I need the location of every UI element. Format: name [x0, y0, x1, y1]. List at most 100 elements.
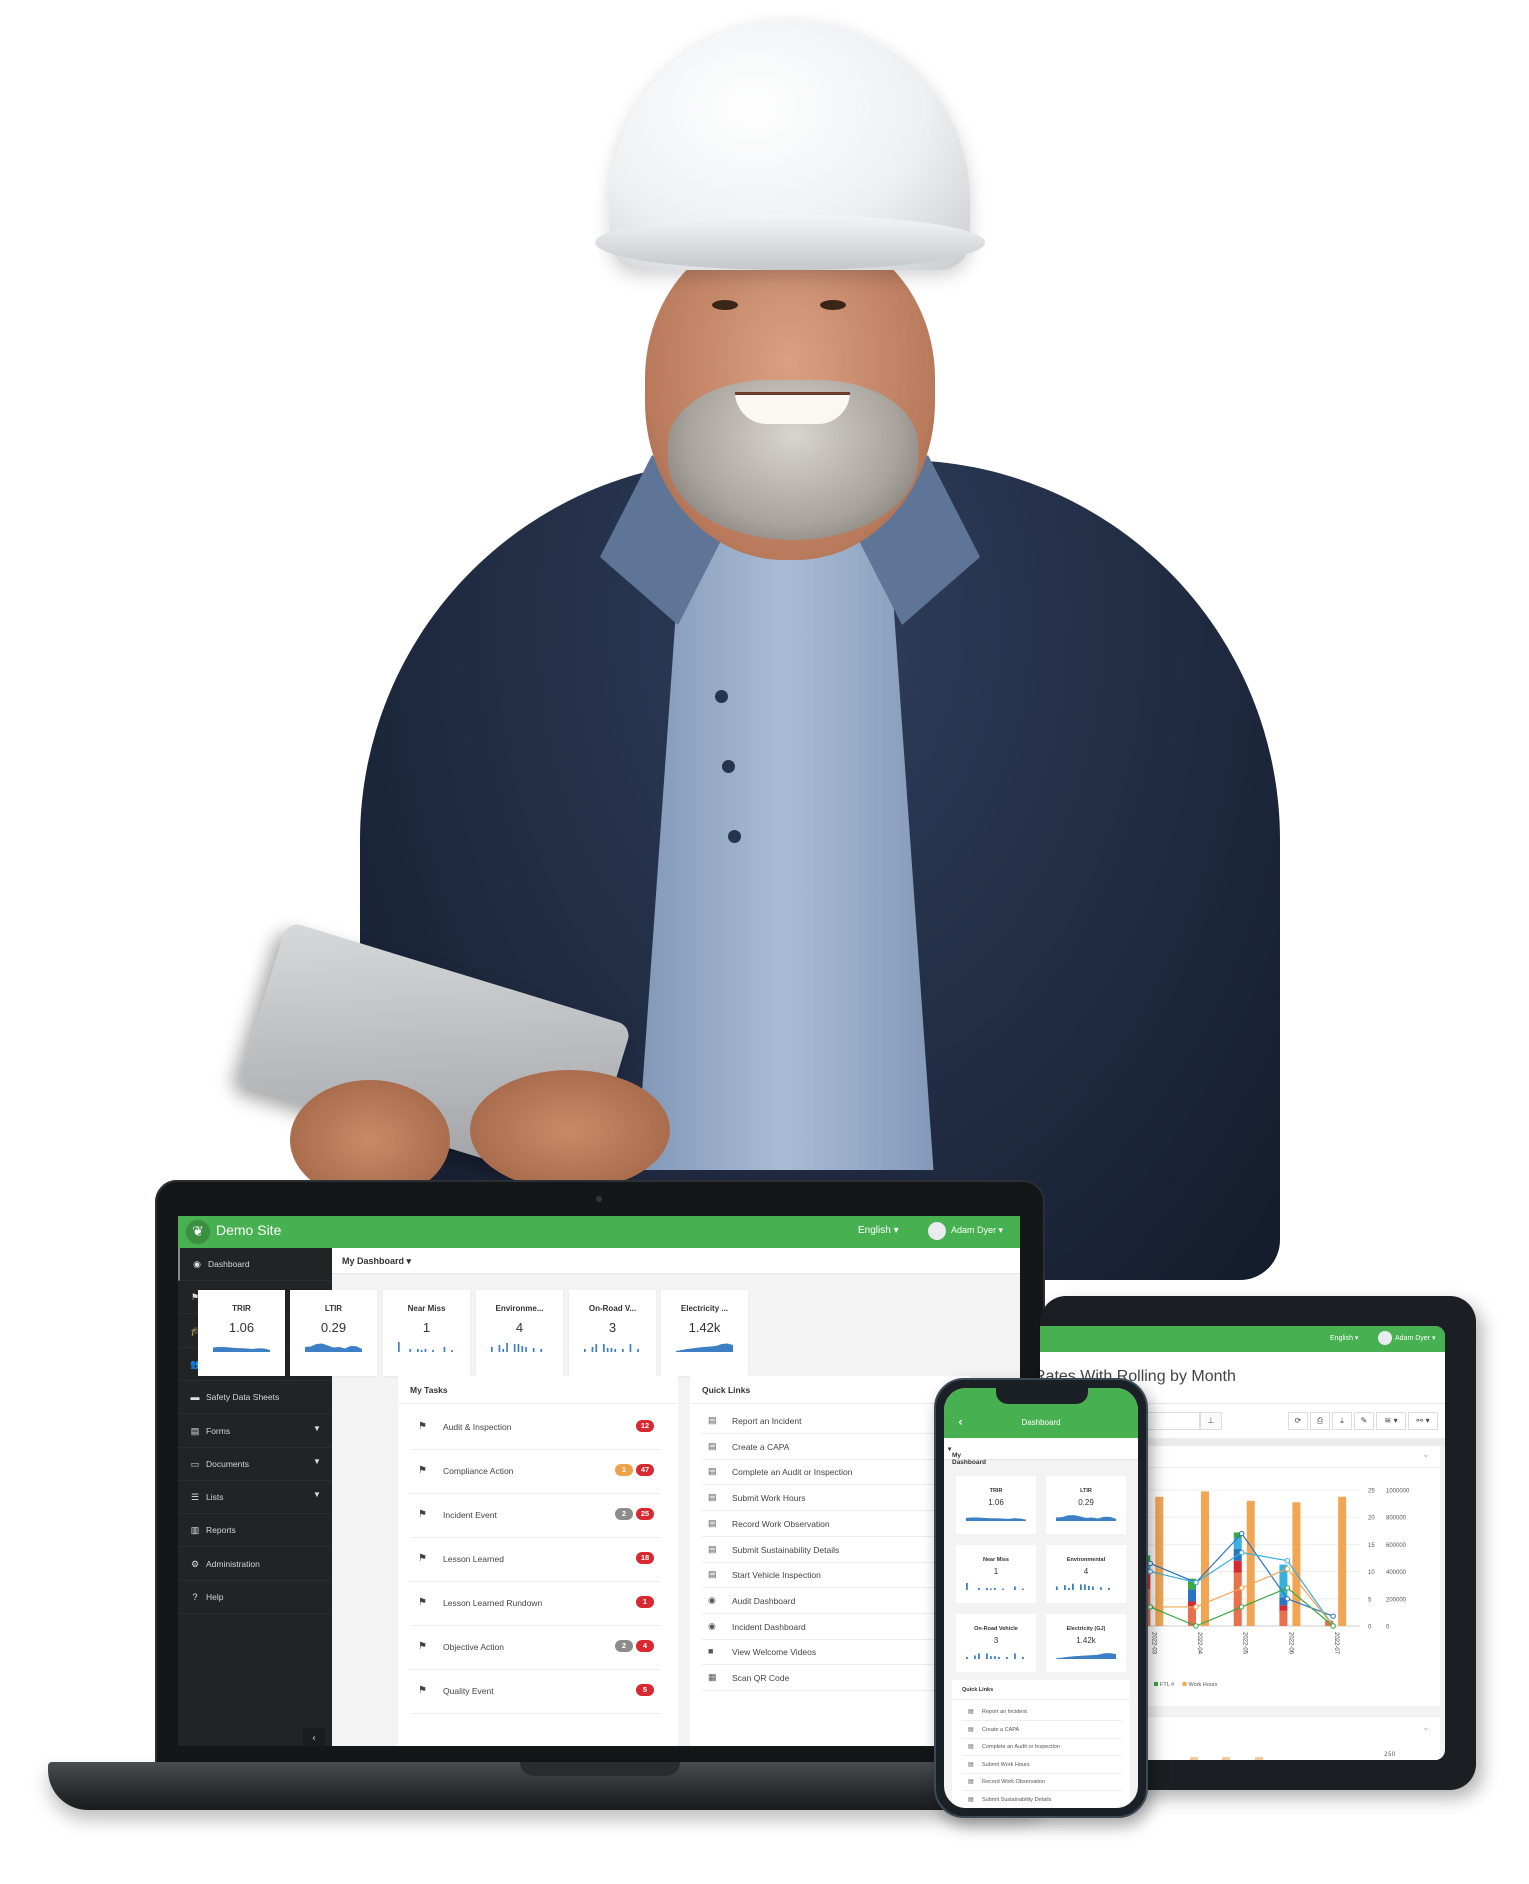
kpi-value: 0.29 [320, 1320, 347, 1335]
sparkline-bar [506, 1343, 508, 1352]
quick-link[interactable]: ▤ Complete an Audit or Inspection [962, 1739, 1122, 1756]
sparkline-bar [614, 1349, 617, 1352]
sidebar-collapse-button[interactable]: ‹ [303, 1728, 325, 1746]
quick-link[interactable]: ◉ Audit Dashboard [702, 1588, 942, 1614]
count-badge[interactable]: 18 [636, 1552, 654, 1564]
caret-down-icon: ▼ [313, 1456, 321, 1466]
bar-mtc [1233, 1560, 1242, 1573]
shirt-button [715, 690, 728, 703]
refresh-button[interactable]: ⟳ [1288, 1412, 1308, 1430]
kpi-card[interactable]: LTIR 0.29 [1046, 1476, 1126, 1534]
kpi-card[interactable]: Environmental 4 [1046, 1545, 1126, 1603]
sparkline-bar [1088, 1585, 1090, 1590]
kpi-card[interactable]: Electricity ... 1.42k [661, 1290, 748, 1376]
caret-down-icon: ▼ [313, 1423, 321, 1433]
kpi-card[interactable]: TRIR 1.06 [956, 1476, 1036, 1534]
count-badge[interactable]: 2 [615, 1508, 633, 1520]
count-badge[interactable]: 47 [636, 1464, 654, 1476]
hierarchy-button[interactable]: ⊥ [1200, 1412, 1222, 1430]
quick-link[interactable]: ▤ Create a CAPA [702, 1434, 942, 1460]
sparkline-bar [610, 1348, 613, 1352]
quick-link-label: Submit Work Hours [732, 1493, 806, 1504]
count-badge[interactable]: 4 [636, 1640, 654, 1652]
rss-dropdown[interactable]: ≋ ▾ [1376, 1412, 1406, 1430]
quick-link[interactable]: ▤ Submit Sustainability Details [962, 1792, 1122, 1808]
kpi-value: 3 [993, 1636, 999, 1645]
sparkline-bar [1068, 1587, 1070, 1590]
count-badge[interactable]: 1 [615, 1464, 633, 1476]
kpi-card[interactable]: Near Miss 1 [383, 1290, 470, 1376]
kpi-value: 4 [515, 1320, 524, 1335]
quick-link[interactable]: ▤ Complete an Audit or Inspection [702, 1459, 942, 1486]
y-right-tick-label: 400000 [1386, 1570, 1407, 1576]
count-badge[interactable]: 12 [636, 1420, 654, 1432]
task-row[interactable]: ⚑ Compliance Action 1 47 [410, 1450, 660, 1494]
sparkline-area [1056, 1653, 1116, 1659]
quick-link[interactable]: ▤ Record Work Observation [702, 1511, 942, 1537]
user-avatar[interactable] [1378, 1331, 1392, 1345]
sparkline-bars-mid [584, 1344, 639, 1352]
kpi-card[interactable]: On-Road Vehicle 3 [956, 1614, 1036, 1672]
quick-link[interactable]: ▤ Report an Incident [702, 1408, 942, 1434]
count-badge[interactable]: 1 [636, 1596, 654, 1608]
sidebar-item-forms[interactable]: ▤ Forms ▼ [178, 1415, 332, 1448]
collapse-chevron-icon[interactable]: ⌄ [1422, 1723, 1430, 1733]
sidebar-item-reports[interactable]: ▥ Reports [178, 1514, 332, 1548]
user-menu[interactable]: Adam Dyer ▾ [951, 1225, 1003, 1236]
collapse-chevron-icon[interactable]: ⌄ [1422, 1450, 1430, 1460]
language-dropdown[interactable]: English ▾ [1330, 1334, 1358, 1342]
task-row[interactable]: ⚑ Audit & Inspection 12 [410, 1406, 660, 1450]
user-avatar[interactable] [928, 1222, 946, 1240]
quick-link[interactable]: ▤ Submit Work Hours [702, 1485, 942, 1512]
quick-link[interactable]: ▤ Submit Work Hours [962, 1757, 1122, 1774]
sidebar-item-help[interactable]: ? Help [178, 1581, 332, 1614]
file-icon: ▤ [968, 1744, 974, 1750]
leaf-logo-icon[interactable]: ❦ [186, 1220, 210, 1244]
quick-link[interactable]: ▤ Create a CAPA [962, 1722, 1122, 1739]
task-row[interactable]: ⚑ Lesson Learned 18 [410, 1538, 660, 1582]
count-badge[interactable]: 5 [636, 1684, 654, 1696]
sparkline-area [676, 1343, 733, 1352]
task-row[interactable]: ⚑ Objective Action 2 4 [410, 1626, 660, 1670]
sidebar-item-administration[interactable]: ⚙ Administration [178, 1548, 332, 1581]
quick-link[interactable]: ▤ Report an Incident [962, 1704, 1122, 1721]
count-badge[interactable]: 25 [636, 1508, 654, 1520]
quick-link[interactable]: ◉ Incident Dashboard [702, 1614, 942, 1640]
quick-link[interactable]: ■ View Welcome Videos [702, 1639, 942, 1666]
my-dashboard-dropdown[interactable]: My Dashboard ▾ [948, 1445, 986, 1466]
sparkline-bar [517, 1344, 520, 1352]
quick-link[interactable]: ▤ Submit Sustainability Details [702, 1537, 942, 1563]
quick-link[interactable]: ▤ Start Vehicle Inspection [702, 1562, 942, 1589]
site-name[interactable]: Demo Site [216, 1222, 281, 1238]
quick-links-panel: Quick Links ▤ Report an Incident ▤ Create a… [952, 1680, 1130, 1808]
language-dropdown[interactable]: English ▾ [858, 1225, 899, 1236]
sidebar-item-dashboard[interactable]: ◉ Dashboard [178, 1248, 332, 1281]
kpi-card[interactable]: LTIR 0.29 [290, 1290, 377, 1376]
sidebar-item-safety-data-sheets[interactable]: ▬ Safety Data Sheets [178, 1381, 332, 1415]
task-row[interactable]: ⚑ Incident Event 2 25 [410, 1494, 660, 1538]
kpi-card[interactable]: Environme... 4 [476, 1290, 563, 1376]
my-dashboard-dropdown[interactable]: My Dashboard ▾ [342, 1256, 411, 1267]
kpi-card[interactable]: TRIR 1.06 [198, 1290, 285, 1376]
user-menu[interactable]: Adam Dyer ▾ [1395, 1334, 1435, 1342]
sidebar-item-lists[interactable]: ☰ Lists ▼ [178, 1481, 332, 1515]
axis-tick-label: 250 [1384, 1751, 1396, 1758]
download-button[interactable]: ⤓ [1332, 1412, 1352, 1430]
quick-link[interactable]: ▦ Scan QR Code [702, 1665, 942, 1691]
kpi-card[interactable]: Near Miss 1 [956, 1545, 1036, 1603]
task-badges: 1 47 [615, 1464, 654, 1476]
line-point [1193, 1623, 1199, 1629]
count-badge[interactable]: 2 [615, 1640, 633, 1652]
task-row[interactable]: ⚑ Quality Event 5 [410, 1670, 660, 1714]
kpi-card[interactable]: On-Road V... 3 [569, 1290, 656, 1376]
quick-link-label: Complete an Audit or Inspection [982, 1744, 1060, 1750]
question-icon: ? [192, 1592, 198, 1602]
quick-link[interactable]: ▤ Record Work Observation [962, 1774, 1122, 1791]
y-right-tick-label: 0 [1386, 1625, 1390, 1631]
kpi-card[interactable]: Electricity (GJ) 1.42k [1046, 1614, 1126, 1672]
task-row[interactable]: ⚑ Lesson Learned Rundown 1 [410, 1582, 660, 1626]
link-dropdown[interactable]: ⚯ ▾ [1408, 1412, 1438, 1430]
print-button[interactable]: ⎙ [1310, 1412, 1330, 1430]
edit-button[interactable]: ✎ [1354, 1412, 1374, 1430]
sidebar-item-documents[interactable]: ▭ Documents ▼ [178, 1448, 332, 1481]
